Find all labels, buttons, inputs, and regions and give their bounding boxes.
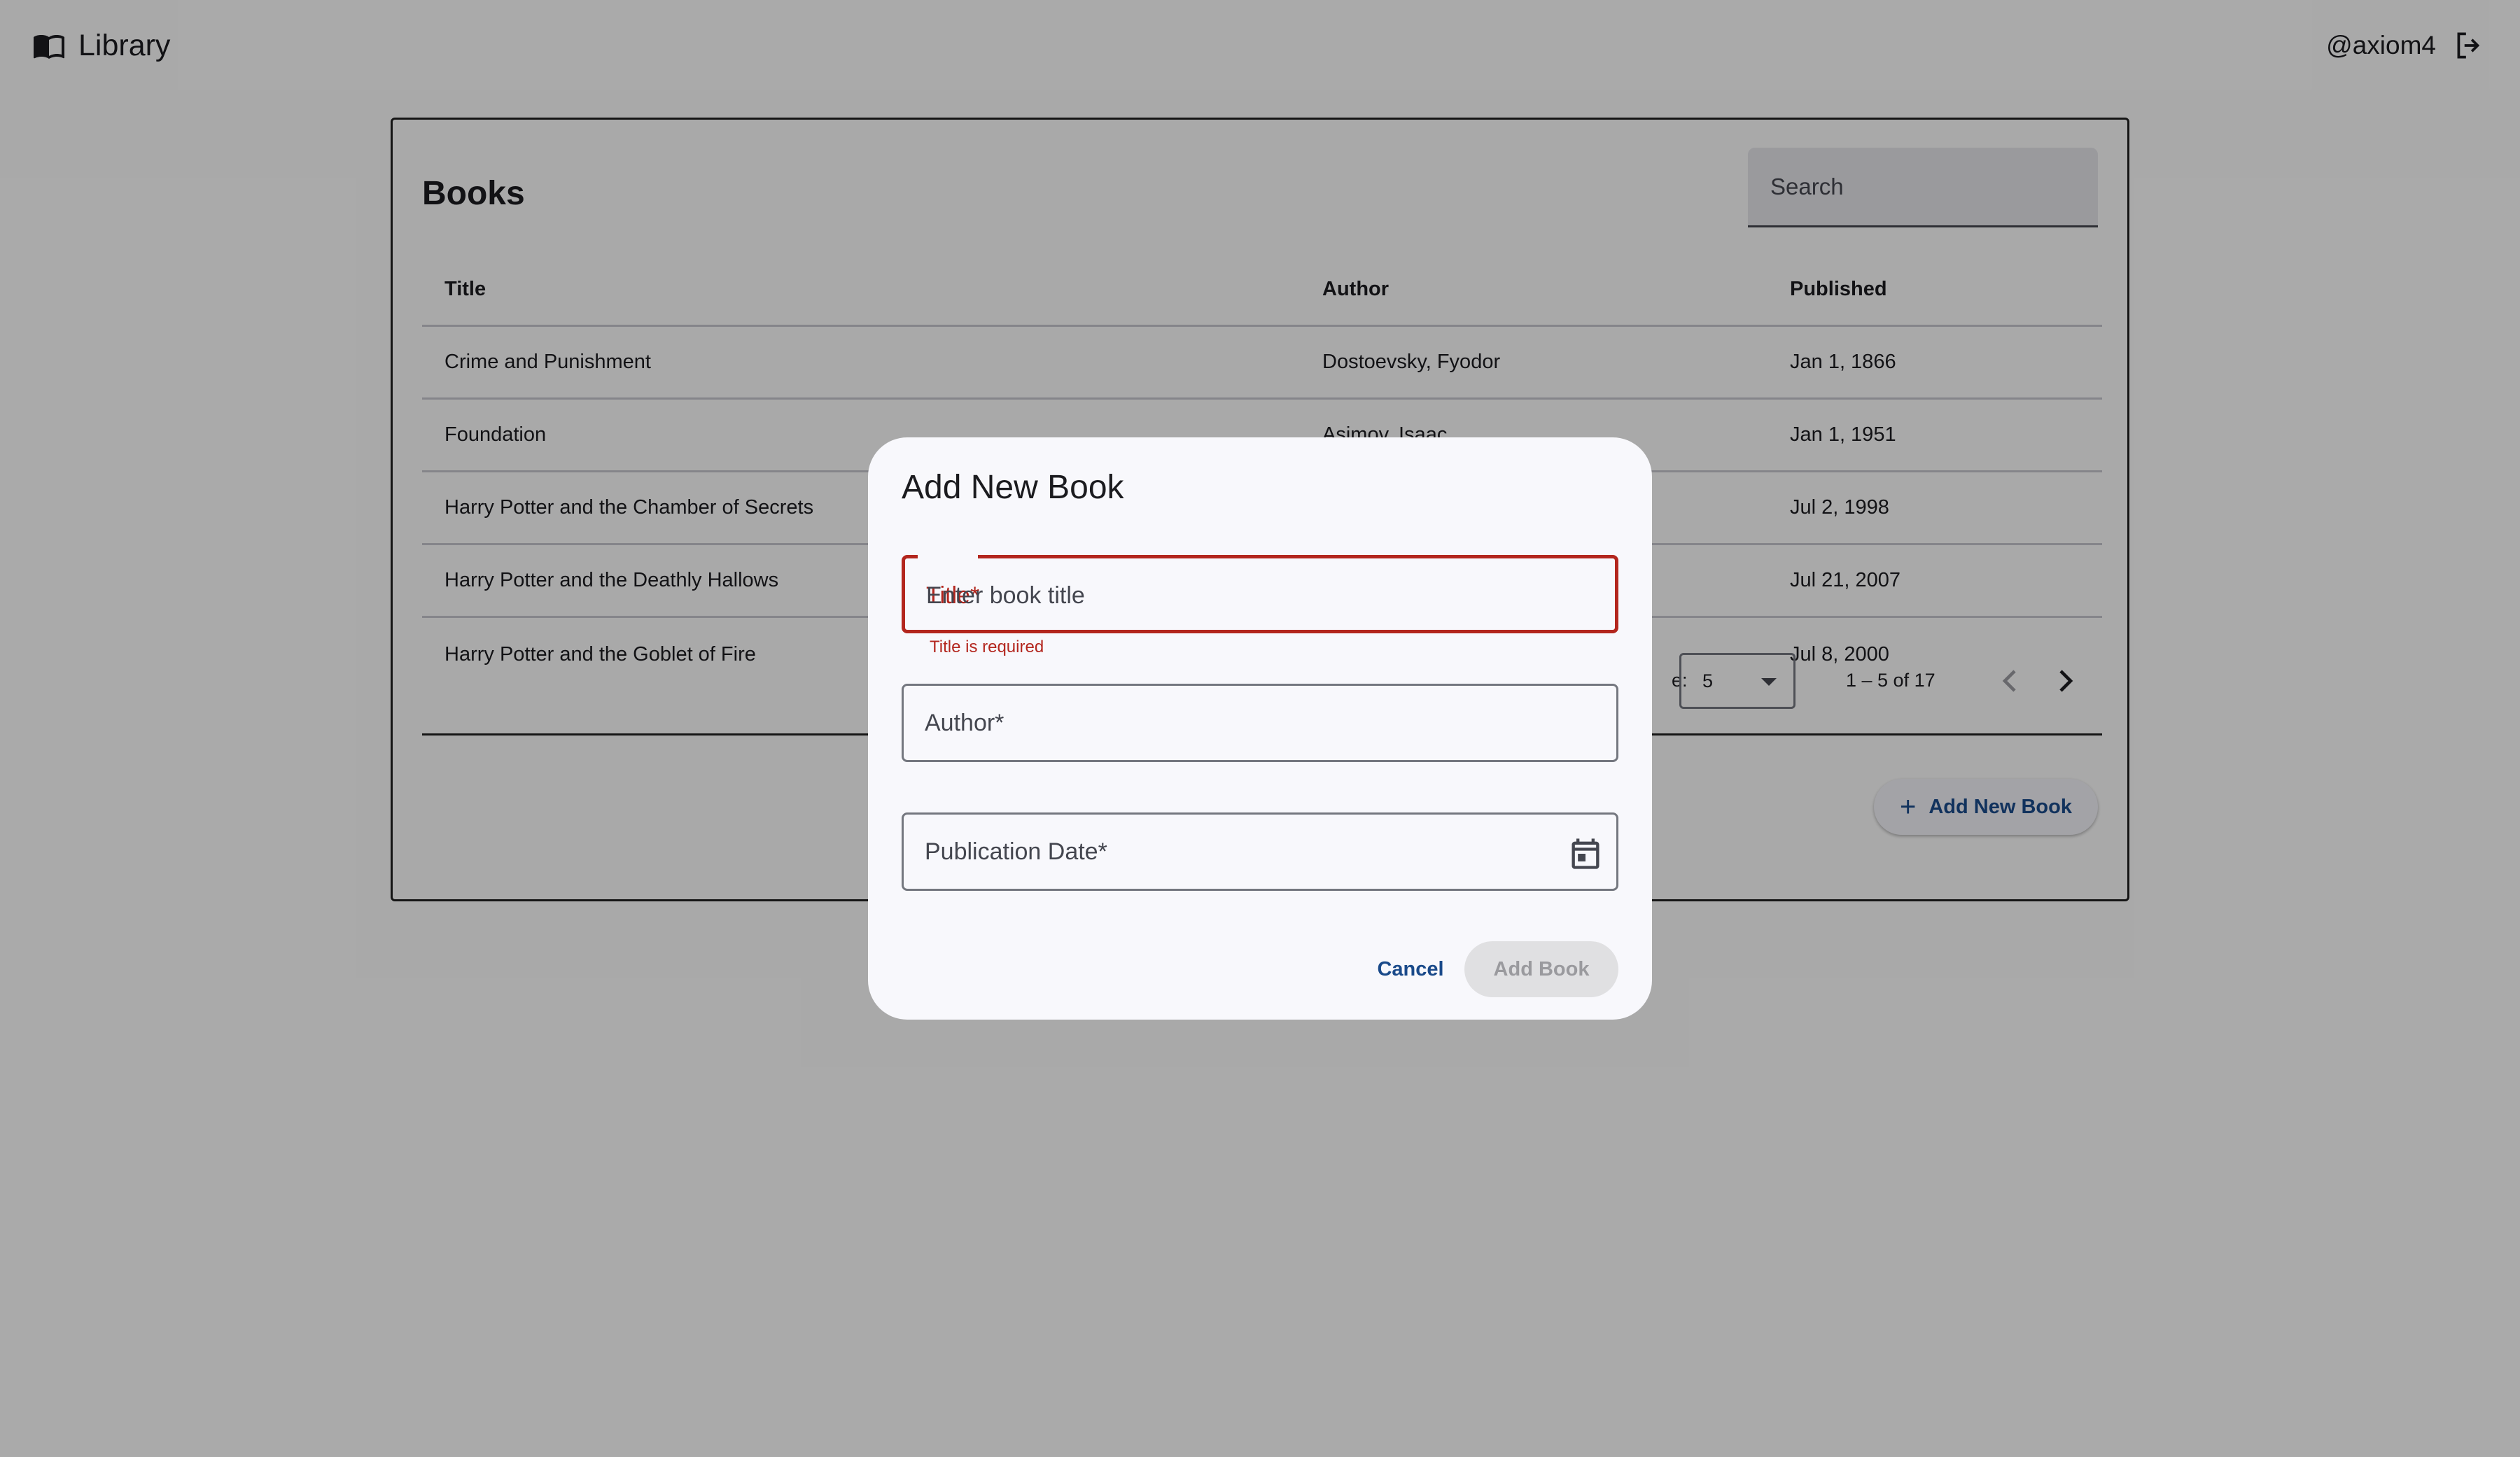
title-error-message: Title is required xyxy=(930,638,1044,656)
calendar-icon[interactable] xyxy=(1567,836,1604,872)
cancel-button[interactable]: Cancel xyxy=(1365,941,1456,997)
author-field-label: Author* xyxy=(925,710,1004,736)
add-book-dialog: Add New Book Title* Enter book title Tit… xyxy=(868,437,1652,1020)
field-notch xyxy=(918,554,978,560)
title-field[interactable]: Title* Enter book title xyxy=(902,554,1618,633)
add-book-button[interactable]: Add Book xyxy=(1464,941,1618,997)
publication-date-label: Publication Date* xyxy=(925,838,1107,865)
publication-date-field[interactable]: Publication Date* xyxy=(902,812,1618,891)
dialog-title: Add New Book xyxy=(902,469,1124,506)
title-field-placeholder: Enter book title xyxy=(926,582,1085,609)
author-field[interactable]: Author* xyxy=(902,684,1618,762)
